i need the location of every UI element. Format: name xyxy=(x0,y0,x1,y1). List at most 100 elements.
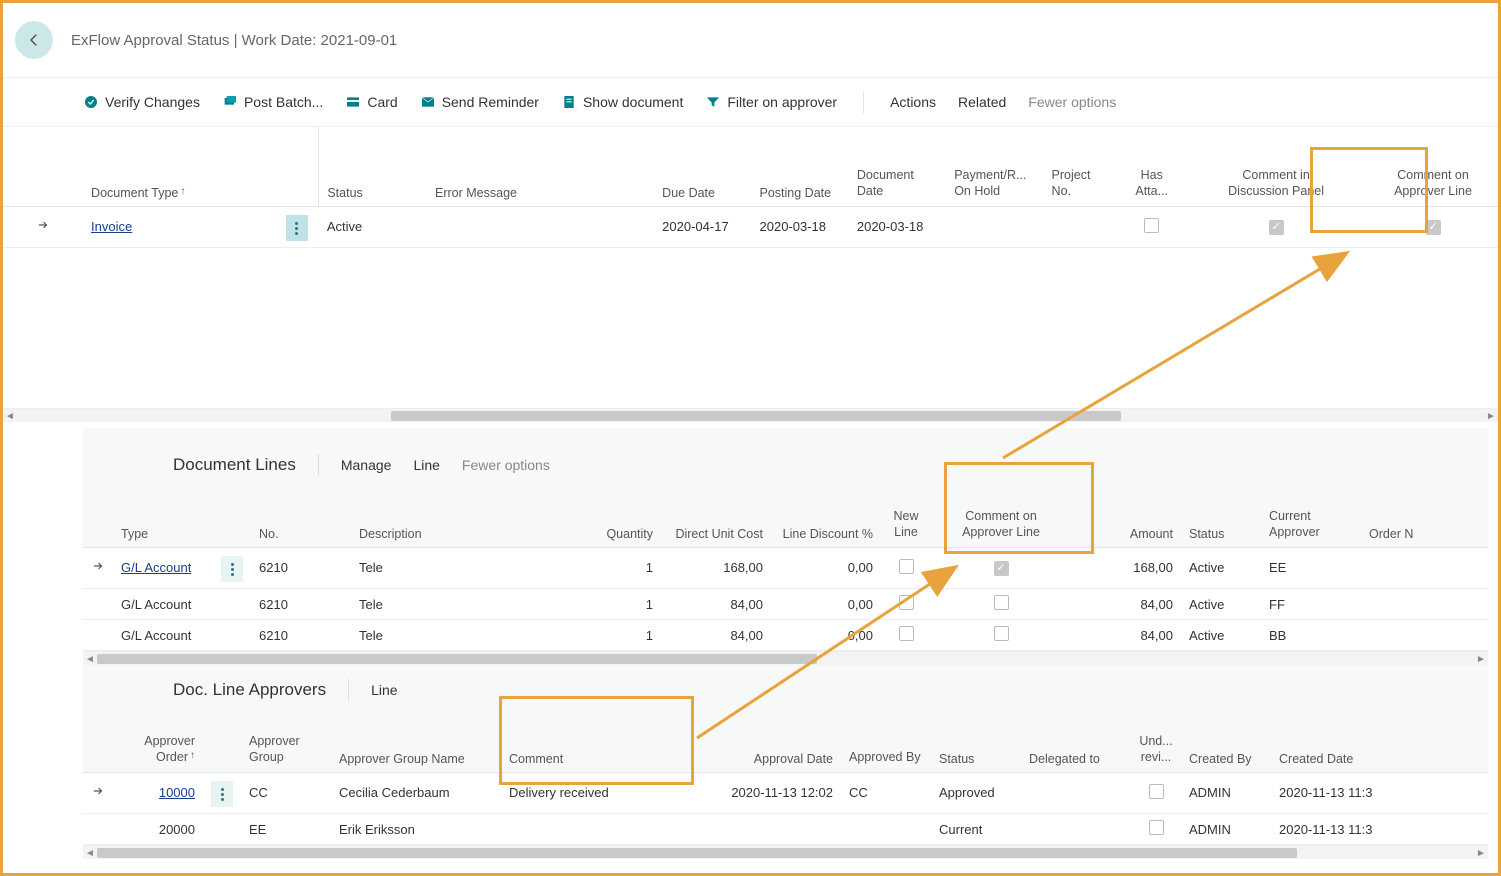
col-document-type[interactable]: Document Type↑ xyxy=(83,127,278,206)
col-error[interactable]: Error Message xyxy=(427,127,654,206)
doc-line-comment-checkbox[interactable] xyxy=(994,626,1009,641)
doc-line-qty: 1 xyxy=(581,589,661,620)
doc-line-status: Active xyxy=(1181,589,1261,620)
col-has-atta[interactable]: Has Atta... xyxy=(1119,127,1184,206)
col-doc-date[interactable]: Document Date xyxy=(849,127,946,206)
under-review-checkbox[interactable] xyxy=(1149,820,1164,835)
doc-line-type-link[interactable]: G/L Account xyxy=(121,560,191,575)
dl-col-type[interactable]: Type xyxy=(113,490,213,547)
col-status[interactable]: Status xyxy=(319,127,427,206)
approver-comment: Delivery received xyxy=(501,772,691,814)
new-line-checkbox[interactable] xyxy=(899,595,914,610)
doc-lines-line[interactable]: Line xyxy=(413,457,439,473)
col-posting[interactable]: Posting Date xyxy=(752,127,849,206)
col-payment[interactable]: Payment/R... On Hold xyxy=(946,127,1043,206)
new-line-checkbox[interactable] xyxy=(899,559,914,574)
send-reminder-label: Send Reminder xyxy=(442,94,539,110)
dl-col-amount[interactable]: Amount xyxy=(1071,490,1181,547)
back-button[interactable] xyxy=(15,21,53,59)
ap-col-und[interactable]: Und... revi... xyxy=(1131,715,1181,772)
fewer-options-button[interactable]: Fewer options xyxy=(1018,88,1126,116)
related-menu[interactable]: Related xyxy=(948,88,1016,116)
dl-col-order[interactable]: Order N xyxy=(1361,490,1488,547)
doc-line-more-button[interactable] xyxy=(221,556,243,582)
dl-col-newline[interactable]: New Line xyxy=(881,490,931,547)
col-project[interactable]: Project No. xyxy=(1044,127,1120,206)
doc-line-disc: 0,00 xyxy=(771,547,881,589)
col-comment-appr[interactable]: Comment on Approver Line xyxy=(1368,127,1498,206)
main-row[interactable]: Invoice Active 2020-04-17 2020-03-18 202… xyxy=(3,206,1498,248)
approvers-table: Approver Order↑ Approver Group Approver … xyxy=(83,715,1488,845)
main-hscroll[interactable]: ◄ ► xyxy=(3,408,1498,422)
comment-discussion-checkbox[interactable] xyxy=(1269,220,1284,235)
new-line-checkbox[interactable] xyxy=(899,626,914,641)
post-batch-label: Post Batch... xyxy=(244,94,323,110)
dl-col-disc[interactable]: Line Discount % xyxy=(771,490,881,547)
cell-doc-date: 2020-03-18 xyxy=(849,206,946,248)
approval-date: 2020-11-13 12:02 xyxy=(691,772,841,814)
approver-more-button[interactable] xyxy=(211,781,233,807)
dl-col-appr[interactable]: Current Approver xyxy=(1261,490,1361,547)
doc-line-row[interactable]: G/L Account 6210 Tele 1 84,00 0,00 84,00… xyxy=(83,589,1488,620)
dl-col-status[interactable]: Status xyxy=(1181,490,1261,547)
doc-line-disc: 0,00 xyxy=(771,620,881,651)
row-more-button[interactable] xyxy=(286,215,308,241)
filter-approver-button[interactable]: Filter on approver xyxy=(695,88,847,116)
doc-lines-manage[interactable]: Manage xyxy=(341,457,392,473)
doc-line-unitcost: 84,00 xyxy=(661,589,771,620)
doc-line-comment-checkbox[interactable] xyxy=(994,595,1009,610)
under-review-checkbox[interactable] xyxy=(1149,784,1164,799)
dl-col-comment[interactable]: Comment on Approver Line xyxy=(931,490,1071,547)
ap-col-cdate[interactable]: Created Date xyxy=(1271,715,1488,772)
doc-line-amount: 84,00 xyxy=(1071,589,1181,620)
has-attachment-checkbox[interactable] xyxy=(1144,218,1159,233)
approver-row[interactable]: 10000 CC Cecilia Cederbaum Delivery rece… xyxy=(83,772,1488,814)
document-type-link[interactable]: Invoice xyxy=(91,219,132,234)
post-batch-button[interactable]: Post Batch... xyxy=(212,88,333,116)
approver-row[interactable]: 20000 EE Erik Eriksson Current ADMIN 202… xyxy=(83,814,1488,845)
arrow-left-icon xyxy=(25,31,43,49)
created-date: 2020-11-13 11:3 xyxy=(1271,772,1488,814)
doc-line-comment-checkbox[interactable] xyxy=(994,561,1009,576)
dl-col-qty[interactable]: Quantity xyxy=(581,490,661,547)
ap-col-deleg[interactable]: Delegated to xyxy=(1021,715,1131,772)
show-document-button[interactable]: Show document xyxy=(551,88,693,116)
doc-line-row[interactable]: G/L Account 6210 Tele 1 84,00 0,00 84,00… xyxy=(83,620,1488,651)
send-reminder-button[interactable]: Send Reminder xyxy=(410,88,549,116)
ap-col-comment[interactable]: Comment xyxy=(501,715,691,772)
ap-col-status[interactable]: Status xyxy=(931,715,1021,772)
col-due[interactable]: Due Date xyxy=(654,127,751,206)
approvers-hscroll[interactable]: ◄ ► xyxy=(83,845,1488,859)
created-by: ADMIN xyxy=(1181,814,1271,845)
ap-col-date[interactable]: Approval Date xyxy=(691,715,841,772)
doc-line-no: 6210 xyxy=(251,547,351,589)
verify-changes-button[interactable]: Verify Changes xyxy=(73,88,210,116)
ap-col-order[interactable]: Approver Order↑ xyxy=(113,715,203,772)
approvers-line[interactable]: Line xyxy=(371,682,397,698)
doc-line-status: Active xyxy=(1181,547,1261,589)
cell-project xyxy=(1044,206,1120,248)
dl-col-no[interactable]: No. xyxy=(251,490,351,547)
ap-col-group[interactable]: Approver Group xyxy=(241,715,331,772)
doc-line-disc: 0,00 xyxy=(771,589,881,620)
doc-line-approver: FF xyxy=(1261,589,1361,620)
dl-col-desc[interactable]: Description xyxy=(351,490,581,547)
ap-col-cby[interactable]: Created By xyxy=(1181,715,1271,772)
toolbar-separator xyxy=(863,91,864,113)
delegated-to xyxy=(1021,772,1131,814)
col-comment-disc[interactable]: Comment in Discussion Panel xyxy=(1184,127,1368,206)
approver-order-link[interactable]: 10000 xyxy=(159,785,195,800)
ap-col-by[interactable]: Approved By xyxy=(841,715,931,772)
ap-col-gname[interactable]: Approver Group Name xyxy=(331,715,501,772)
doc-line-qty: 1 xyxy=(581,620,661,651)
actions-menu[interactable]: Actions xyxy=(880,88,946,116)
doc-line-desc: Tele xyxy=(351,620,581,651)
comment-approver-checkbox[interactable] xyxy=(1426,220,1441,235)
doc-lines-hscroll[interactable]: ◄ ► xyxy=(83,651,1488,665)
doc-lines-fewer[interactable]: Fewer options xyxy=(462,457,550,473)
doc-line-unitcost: 84,00 xyxy=(661,620,771,651)
doc-line-row[interactable]: G/L Account 6210 Tele 1 168,00 0,00 168,… xyxy=(83,547,1488,589)
send-reminder-icon xyxy=(420,94,436,110)
card-button[interactable]: Card xyxy=(335,88,407,116)
dl-col-unitcost[interactable]: Direct Unit Cost xyxy=(661,490,771,547)
